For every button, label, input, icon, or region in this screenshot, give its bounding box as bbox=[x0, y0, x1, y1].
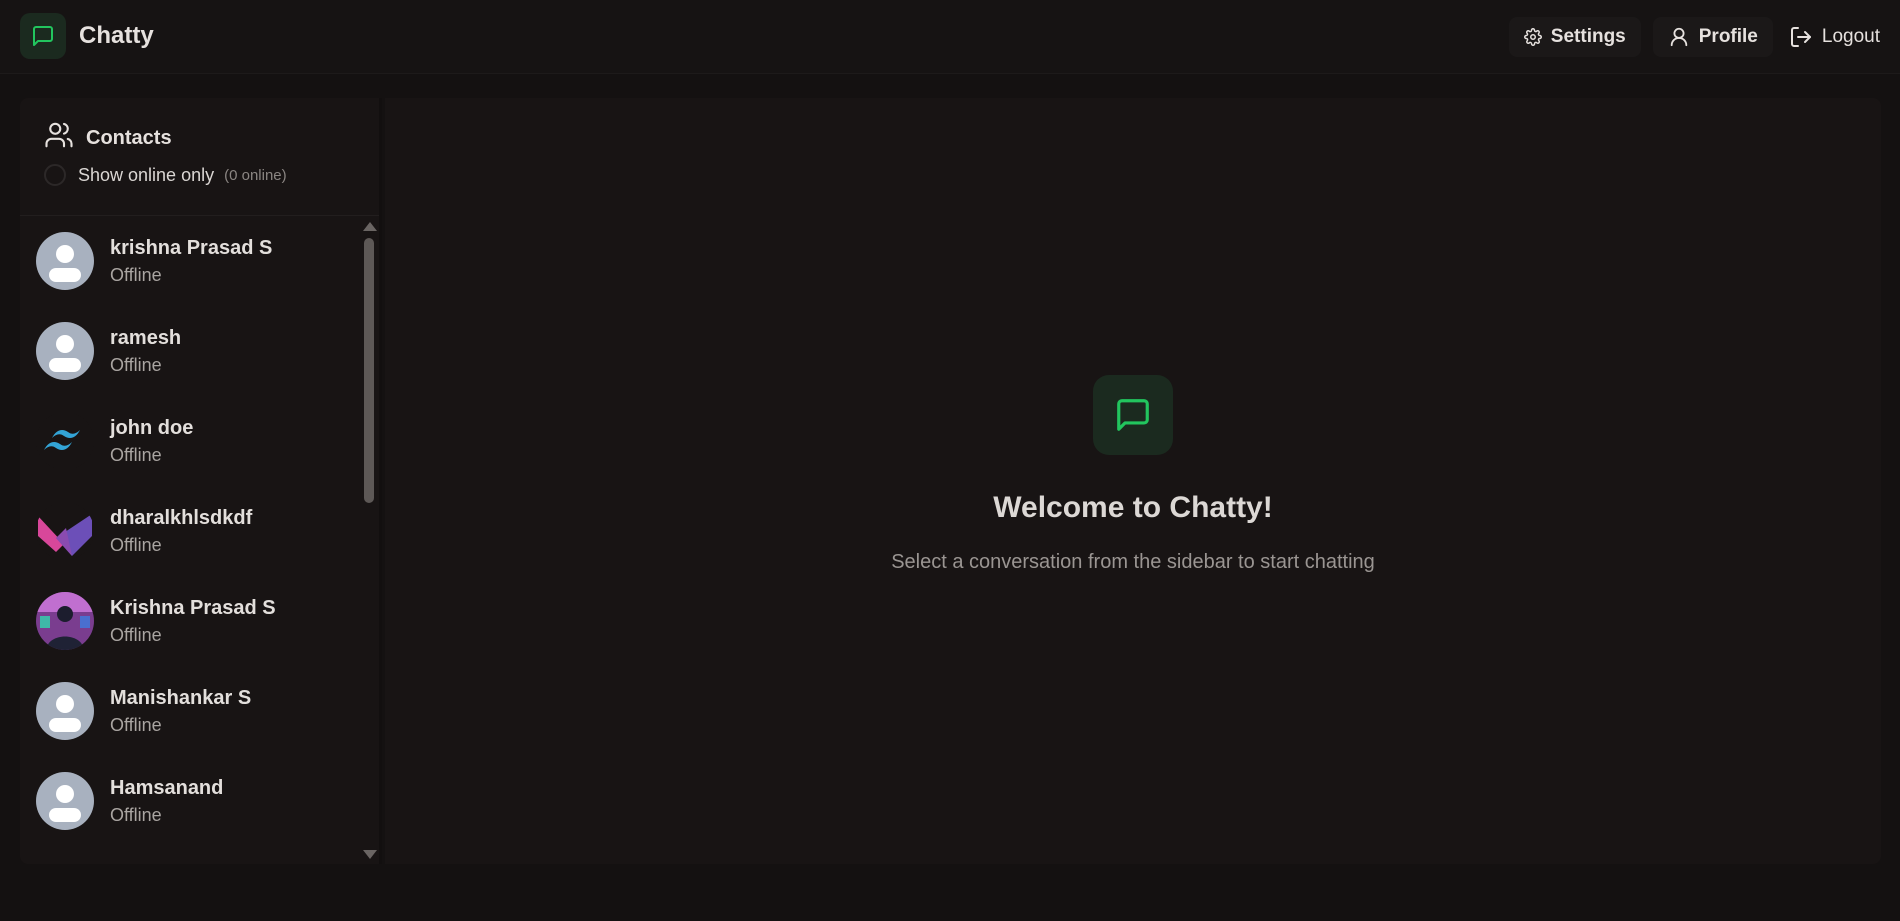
online-filter-label: Show online only bbox=[78, 164, 215, 185]
contact-name: ramesh bbox=[110, 327, 182, 349]
default-avatar-icon bbox=[36, 682, 94, 740]
contact-item[interactable]: dharalkhlsdkdf Offline bbox=[20, 486, 360, 576]
logout-button[interactable]: Logout bbox=[1785, 17, 1884, 57]
contact-status: Offline bbox=[110, 805, 162, 825]
user-icon bbox=[1668, 26, 1690, 48]
contact-status: Offline bbox=[110, 355, 162, 375]
top-navbar: Chatty Settings Profile Logout bbox=[0, 0, 1900, 74]
online-only-checkbox[interactable] bbox=[44, 164, 66, 186]
nav-actions: Settings Profile Logout bbox=[1508, 17, 1884, 57]
users-icon bbox=[44, 120, 74, 156]
gear-icon bbox=[1523, 28, 1542, 46]
contact-item[interactable]: Krishna Prasad S Offline bbox=[20, 576, 360, 666]
contact-status: Offline bbox=[110, 715, 162, 735]
chat-area: Welcome to Chatty! Select a conversation… bbox=[385, 98, 1881, 864]
settings-label: Settings bbox=[1550, 26, 1626, 47]
welcome-subtitle: Select a conversation from the sidebar t… bbox=[891, 551, 1375, 573]
default-avatar-icon bbox=[36, 232, 94, 290]
contact-item[interactable]: john doe Offline bbox=[20, 396, 360, 486]
contact-status: Offline bbox=[110, 625, 162, 645]
profile-button[interactable]: Profile bbox=[1652, 17, 1773, 57]
contact-list[interactable]: krishna Prasad S Offline ramesh Offline bbox=[20, 216, 379, 864]
online-filter[interactable]: Show online only (0 online) bbox=[44, 164, 287, 186]
profile-label: Profile bbox=[1698, 26, 1758, 47]
logout-icon bbox=[1789, 25, 1813, 49]
scroll-down-arrow[interactable] bbox=[363, 850, 377, 859]
scrollbar-thumb[interactable] bbox=[364, 238, 374, 503]
contact-status: Offline bbox=[110, 535, 162, 555]
abstract-logo-icon bbox=[36, 502, 94, 560]
contact-status: Offline bbox=[110, 265, 162, 285]
online-count: (0 online) bbox=[224, 166, 287, 184]
contact-name: Krishna Prasad S bbox=[110, 597, 276, 619]
contact-name: Hamsanand bbox=[110, 777, 224, 799]
welcome-title: Welcome to Chatty! bbox=[993, 491, 1273, 524]
chat-bubble-icon bbox=[1093, 375, 1173, 455]
contact-status: Offline bbox=[110, 445, 162, 465]
chat-logo-icon bbox=[20, 13, 66, 59]
default-avatar-icon bbox=[36, 772, 94, 830]
contact-item[interactable]: krishna Prasad S Offline bbox=[20, 216, 360, 306]
contact-item[interactable]: ramesh Offline bbox=[20, 306, 360, 396]
logout-label: Logout bbox=[1821, 26, 1880, 47]
contact-name: Manishankar S bbox=[110, 687, 252, 709]
contacts-heading: Contacts bbox=[44, 120, 172, 156]
default-avatar-icon bbox=[36, 322, 94, 380]
contact-name: krishna Prasad S bbox=[110, 237, 273, 259]
app-name: Chatty bbox=[79, 22, 154, 49]
contacts-sidebar: Contacts Show online only (0 online) kri… bbox=[20, 98, 382, 864]
contact-name: dharalkhlsdkdf bbox=[110, 507, 253, 529]
contact-item[interactable]: Manishankar S Offline bbox=[20, 666, 360, 756]
sidebar-header: Contacts Show online only (0 online) bbox=[20, 98, 379, 216]
brand-link[interactable]: Chatty bbox=[20, 13, 154, 59]
tailwind-logo-icon bbox=[36, 412, 94, 470]
welcome-panel: Welcome to Chatty! Select a conversation… bbox=[385, 375, 1881, 574]
contact-name: john doe bbox=[110, 417, 194, 439]
contact-item[interactable]: Hamsanand Offline bbox=[20, 756, 360, 846]
photo-avatar-icon bbox=[36, 592, 94, 650]
settings-button[interactable]: Settings bbox=[1508, 17, 1641, 57]
scroll-up-arrow[interactable] bbox=[363, 222, 377, 231]
contacts-title: Contacts bbox=[86, 126, 172, 149]
